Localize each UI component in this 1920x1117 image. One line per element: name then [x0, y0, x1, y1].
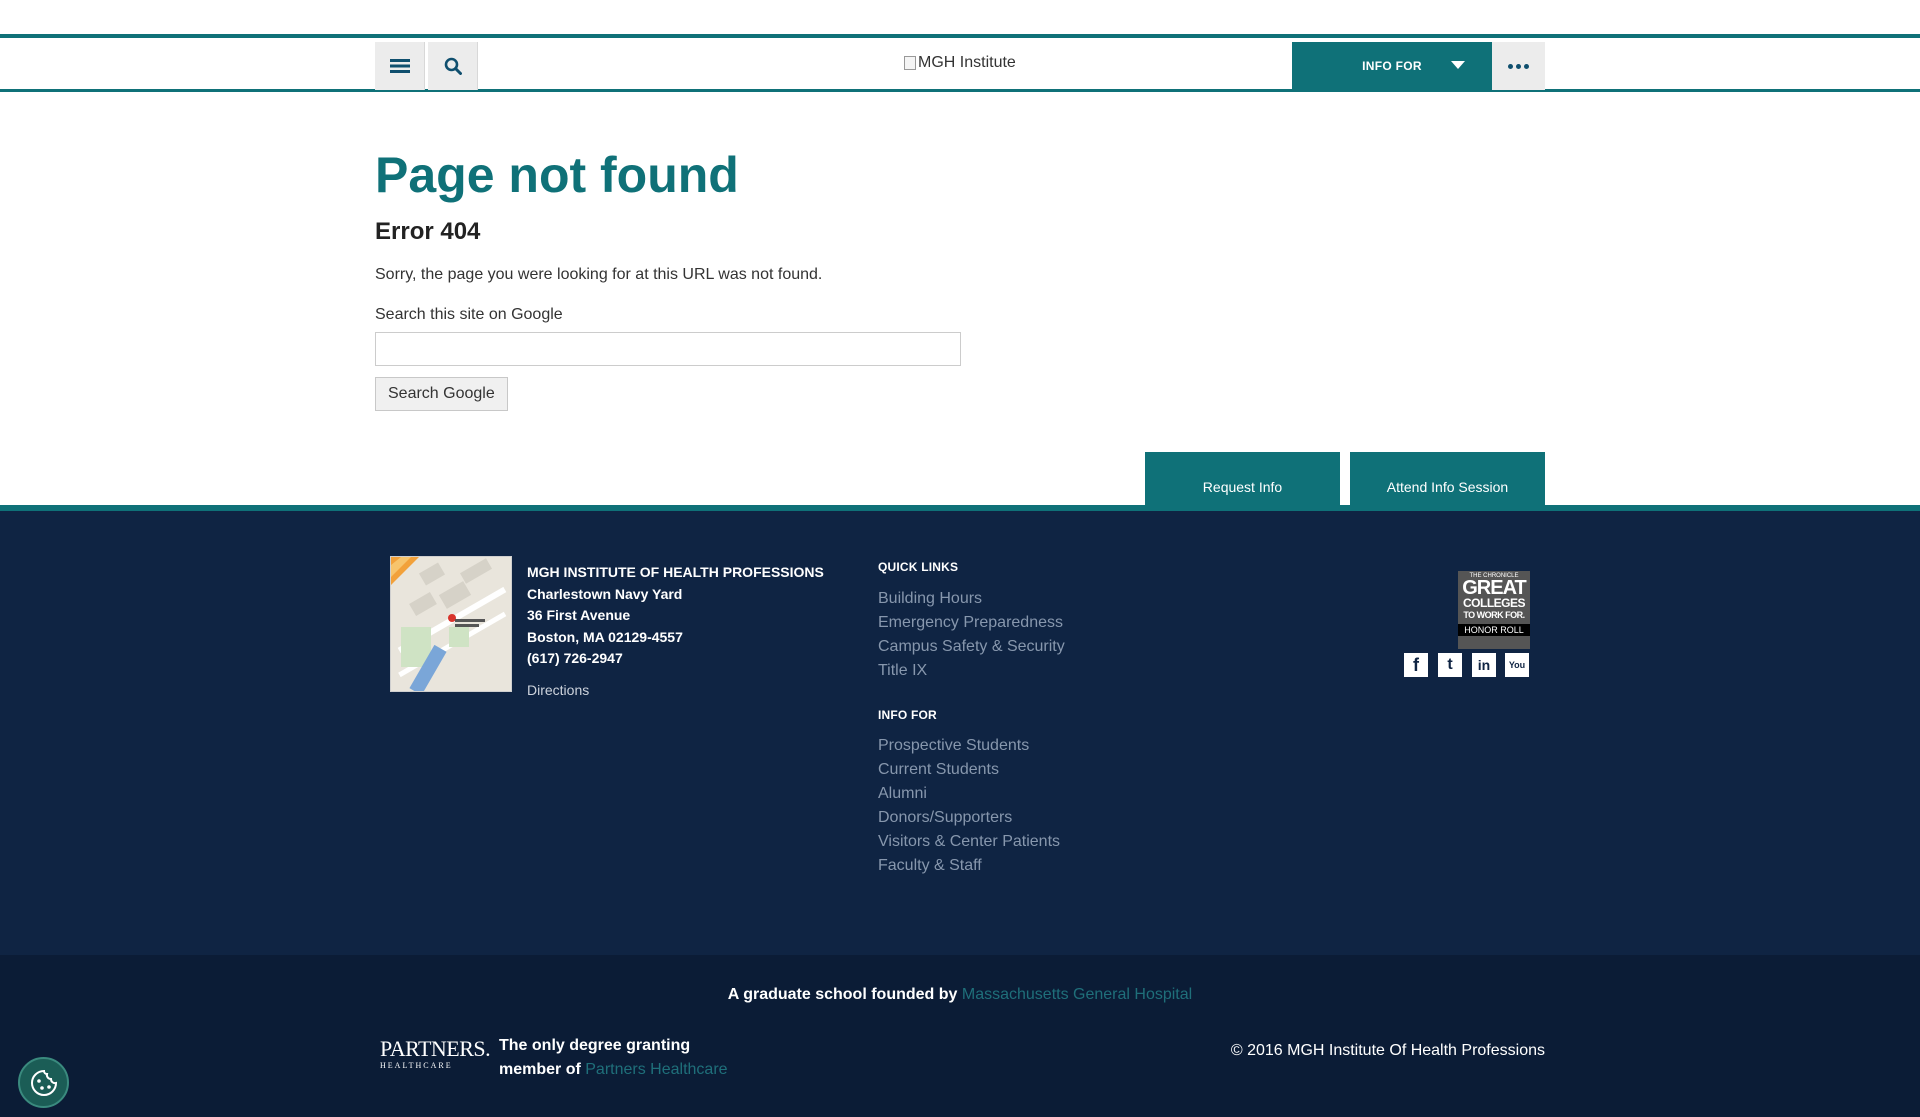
address-line-1: Charlestown Navy Yard — [527, 585, 683, 602]
twitter-icon[interactable]: t — [1438, 653, 1462, 677]
campus-map-thumbnail[interactable] — [390, 556, 512, 692]
search-label: Search this site on Google — [375, 306, 563, 323]
site-logo[interactable]: MGH Institute — [904, 54, 1016, 72]
caret-down-icon — [1451, 61, 1465, 69]
map-image — [391, 557, 511, 691]
address-line-3: Boston, MA 02129-4557 — [527, 628, 683, 645]
partners-logo-word: PARTNERS. — [380, 1036, 491, 1061]
info-for-visitors[interactable]: Visitors & Center Patients — [878, 830, 1060, 854]
info-for-current-students[interactable]: Current Students — [878, 758, 1060, 782]
member-of-text: The only degree granting member of Partn… — [499, 1034, 739, 1082]
attend-info-session-button[interactable]: Attend Info Session — [1350, 452, 1545, 507]
hamburger-icon — [389, 59, 410, 73]
cookie-settings-button[interactable] — [18, 1057, 69, 1108]
info-for-faculty-staff[interactable]: Faculty & Staff — [878, 854, 1060, 878]
facebook-icon[interactable]: f — [1404, 653, 1428, 677]
more-button[interactable] — [1492, 42, 1545, 90]
info-for-list: Prospective Students Current Students Al… — [878, 734, 1060, 878]
badge-line-4: TO WORK FOR. — [1463, 610, 1525, 620]
info-for-prospective-students[interactable]: Prospective Students — [878, 734, 1060, 758]
mgh-link[interactable]: Massachusetts General Hospital — [962, 986, 1192, 1003]
footer-address: MGH INSTITUTE OF HEALTH PROFESSIONS Char… — [527, 562, 824, 670]
cookie-icon — [30, 1069, 57, 1096]
great-colleges-badge[interactable]: THE CHRONICLE GREAT COLLEGES TO WORK FOR… — [1458, 571, 1530, 649]
copyright-text: © 2016 MGH Institute Of Health Professio… — [1230, 1042, 1545, 1059]
search-icon — [444, 57, 462, 75]
badge-line-5: HONOR ROLL — [1458, 624, 1530, 636]
page-title: Page not found — [375, 147, 739, 203]
partners-healthcare-link[interactable]: Partners Healthcare — [585, 1061, 727, 1078]
footer — [0, 505, 1920, 955]
main-content: Page not found Error 404 Sorry, the page… — [375, 140, 1545, 411]
footer-bottom-bar — [0, 955, 1920, 1117]
quick-link-campus-safety[interactable]: Campus Safety & Security — [878, 635, 1065, 659]
broken-image-icon — [904, 56, 916, 70]
top-strip — [0, 0, 1920, 38]
founded-by-text: A graduate school founded by Massachuset… — [0, 986, 1920, 1004]
error-code: Error 404 — [375, 218, 481, 245]
info-for-alumni[interactable]: Alumni — [878, 782, 1060, 806]
search-google-button[interactable]: Search Google — [375, 377, 508, 411]
founded-prefix: A graduate school founded by — [727, 986, 962, 1003]
info-for-dropdown[interactable]: INFO FOR — [1292, 42, 1492, 90]
partners-healthcare-logo[interactable]: PARTNERS. HEALTHCARE — [380, 1036, 491, 1081]
badge-line-3: COLLEGES — [1462, 596, 1526, 610]
youtube-icon[interactable]: You — [1505, 653, 1529, 677]
request-info-button[interactable]: Request Info — [1145, 452, 1340, 507]
quick-link-building-hours[interactable]: Building Hours — [878, 587, 1065, 611]
main-navbar: MGH Institute INFO FOR — [0, 42, 1920, 92]
address-line-2: 36 First Avenue — [527, 607, 631, 623]
more-dot — [1524, 63, 1529, 69]
quick-link-emergency-preparedness[interactable]: Emergency Preparedness — [878, 611, 1065, 635]
partners-logo-sub: HEALTHCARE — [380, 1061, 453, 1070]
phone-number: (617) 726-2947 — [527, 650, 623, 666]
logo-alt-text: MGH Institute — [918, 54, 1016, 71]
search-toggle-button[interactable] — [428, 42, 478, 90]
error-message: Sorry, the page you were looking for at … — [375, 266, 823, 283]
quick-links-list: Building Hours Emergency Preparedness Ca… — [878, 587, 1065, 683]
info-for-label: INFO FOR — [1362, 59, 1422, 73]
more-dot — [1516, 63, 1521, 69]
google-search-input[interactable] — [375, 332, 961, 366]
institution-name: MGH INSTITUTE OF HEALTH PROFESSIONS — [527, 564, 824, 580]
info-for-heading: INFO FOR — [878, 708, 937, 722]
quick-links-heading: QUICK LINKS — [878, 560, 959, 574]
quick-link-title-ix[interactable]: Title IX — [878, 659, 1065, 683]
info-for-donors[interactable]: Donors/Supporters — [878, 806, 1060, 830]
directions-link[interactable]: Directions — [527, 682, 589, 698]
menu-button[interactable] — [375, 42, 425, 90]
more-dots-icon — [1508, 63, 1513, 69]
badge-line-2: GREAT — [1462, 577, 1527, 599]
linkedin-icon[interactable]: in — [1472, 653, 1496, 677]
